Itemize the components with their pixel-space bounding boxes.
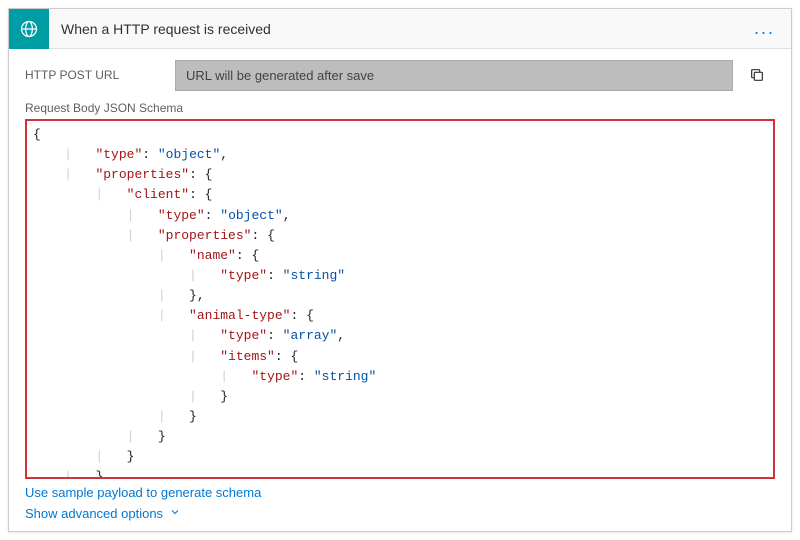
url-value: URL will be generated after save xyxy=(175,60,733,91)
trigger-title: When a HTTP request is received xyxy=(49,21,738,37)
http-request-icon xyxy=(9,9,49,49)
schema-label: Request Body JSON Schema xyxy=(25,101,775,115)
copy-url-button[interactable] xyxy=(739,59,775,91)
more-menu-button[interactable]: ... xyxy=(738,18,791,39)
url-label: HTTP POST URL xyxy=(25,68,175,82)
chevron-down-icon xyxy=(169,506,181,521)
sample-payload-link[interactable]: Use sample payload to generate schema xyxy=(25,485,775,500)
trigger-card: When a HTTP request is received ... HTTP… xyxy=(8,8,792,532)
url-row: HTTP POST URL URL will be generated afte… xyxy=(25,59,775,91)
trigger-header[interactable]: When a HTTP request is received ... xyxy=(9,9,791,49)
copy-icon xyxy=(749,67,765,83)
advanced-options-label: Show advanced options xyxy=(25,506,163,521)
advanced-options-toggle[interactable]: Show advanced options xyxy=(25,506,775,521)
trigger-body: HTTP POST URL URL will be generated afte… xyxy=(9,49,791,531)
schema-editor[interactable]: { | "type": "object", | "properties": { … xyxy=(25,119,775,479)
sample-payload-label: Use sample payload to generate schema xyxy=(25,485,261,500)
